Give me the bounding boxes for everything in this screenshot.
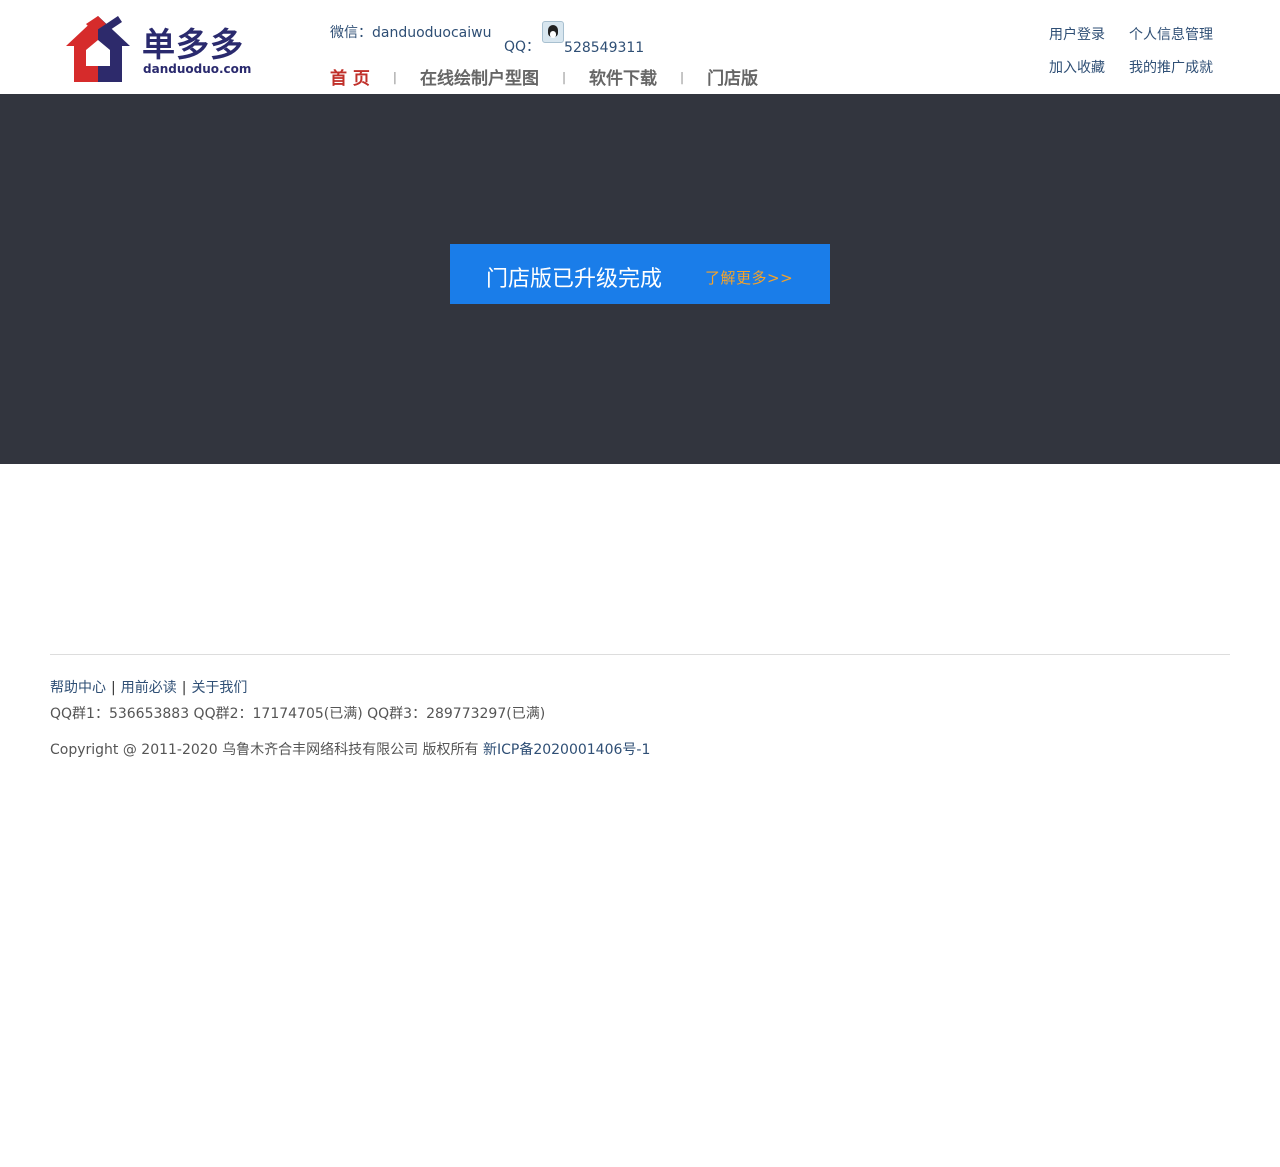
qq-label: QQ：: [504, 39, 541, 55]
footer-separator: |: [181, 680, 187, 696]
nav-floorplan[interactable]: 在线绘制户型图: [420, 64, 539, 89]
site-footer: 帮助中心 | 用前必读 | 关于我们 QQ群1：536653883 QQ群2：17174…: [50, 654, 1230, 758]
nav-download[interactable]: 软件下载: [589, 64, 657, 89]
footer-separator: |: [111, 680, 116, 696]
user-links: 用户登录 个人信息管理 加入收藏 我的推广成就: [1049, 26, 1229, 78]
qq-penguin-icon[interactable]: [542, 21, 565, 43]
wechat-contact: 微信：danduoduocaiwu: [330, 22, 491, 42]
login-link[interactable]: 用户登录: [1049, 26, 1129, 45]
icp-link[interactable]: 新ICP备2020001406号-1: [483, 742, 650, 758]
nav-separator: |: [561, 69, 567, 84]
logo-domain: danduoduo.com: [143, 62, 252, 76]
learn-more-link[interactable]: 了解更多>>: [705, 267, 793, 288]
nav-separator: |: [392, 69, 397, 84]
qq-number: 528549311: [564, 40, 645, 56]
upgrade-notice-button[interactable]: 门店版已升级完成 了解更多>>: [450, 244, 830, 304]
nav-store-edition[interactable]: 门店版: [707, 64, 758, 89]
copyright: Copyright @ 2011-2020 乌鲁木齐合丰网络科技有限公司 版权所…: [50, 739, 650, 759]
copyright-text: Copyright @ 2011-2020 乌鲁木齐合丰网络科技有限公司 版权所…: [50, 742, 479, 758]
house-logo-icon: [66, 16, 130, 82]
profile-link[interactable]: 个人信息管理: [1129, 26, 1229, 45]
referral-link[interactable]: 我的推广成就: [1129, 59, 1229, 78]
wechat-id: danduoduocaiwu: [372, 25, 492, 41]
footer-links: 帮助中心 | 用前必读 | 关于我们: [50, 677, 247, 697]
main-nav: 首 页 | 在线绘制户型图 | 软件下载 | 门店版: [330, 64, 758, 89]
about-us-link[interactable]: 关于我们: [191, 680, 247, 696]
nav-separator: |: [680, 69, 685, 84]
logo-wordmark: 单多多: [142, 25, 244, 64]
site-header: 单多多 danduoduo.com 微信：danduoduocaiwu QQ： …: [0, 0, 1280, 94]
help-center-link[interactable]: 帮助中心: [50, 680, 106, 696]
hero-banner: 门店版已升级完成 了解更多>>: [0, 94, 1280, 464]
nav-home[interactable]: 首 页: [330, 64, 370, 89]
qq-groups: QQ群1：536653883 QQ群2：17174705(已满) QQ群3：28…: [50, 706, 546, 722]
wechat-label: 微信：: [330, 25, 372, 41]
site-logo[interactable]: 单多多 danduoduo.com: [62, 14, 252, 86]
qq-contact: QQ： 528549311: [504, 21, 644, 56]
notice-text: 门店版已升级完成: [486, 267, 663, 292]
read-first-link[interactable]: 用前必读: [121, 680, 177, 696]
bookmark-link[interactable]: 加入收藏: [1049, 59, 1129, 78]
